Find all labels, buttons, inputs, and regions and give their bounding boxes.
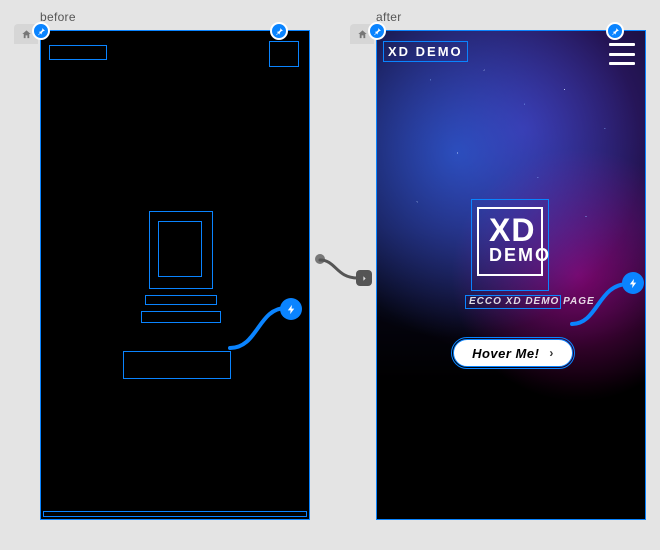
button-label: Hover Me! <box>472 346 539 361</box>
artboard-after[interactable]: XD DEMO XD DEMO ECCO XD DEMO PAGE Hover … <box>376 30 646 520</box>
hamburger-menu-icon[interactable] <box>609 43 635 65</box>
pin-icon[interactable] <box>368 22 386 40</box>
subline-placeholder[interactable] <box>141 311 221 323</box>
tagline-text: ECCO XD DEMO PAGE <box>469 296 595 307</box>
pin-icon[interactable] <box>32 22 50 40</box>
logo-inner-placeholder[interactable] <box>158 221 202 277</box>
logo-line1: XD <box>489 215 531 245</box>
crowd-silhouette <box>377 379 645 519</box>
button-placeholder[interactable] <box>123 351 231 379</box>
pin-icon[interactable] <box>270 22 288 40</box>
chevron-right-icon: › <box>549 346 554 360</box>
logo-line2: DEMO <box>489 245 531 266</box>
design-canvas[interactable]: before after XD DEMO <box>0 0 660 550</box>
artboard-before[interactable] <box>40 30 310 520</box>
lightning-trigger-icon[interactable] <box>280 298 302 320</box>
logo-box[interactable]: XD DEMO <box>477 207 543 276</box>
brand-text[interactable]: XD DEMO <box>383 41 468 62</box>
flow-arrow-icon[interactable] <box>356 270 372 286</box>
brand-placeholder[interactable] <box>49 45 107 60</box>
menu-placeholder[interactable] <box>269 41 299 67</box>
footer-bar-placeholder[interactable] <box>43 511 307 517</box>
artboard-label-before: before <box>40 10 76 24</box>
pin-icon[interactable] <box>606 22 624 40</box>
tagline-placeholder[interactable] <box>145 295 217 305</box>
flow-connector-handle[interactable] <box>313 252 327 266</box>
hover-me-button[interactable]: Hover Me! › <box>453 339 573 367</box>
lightning-trigger-icon[interactable] <box>622 272 644 294</box>
